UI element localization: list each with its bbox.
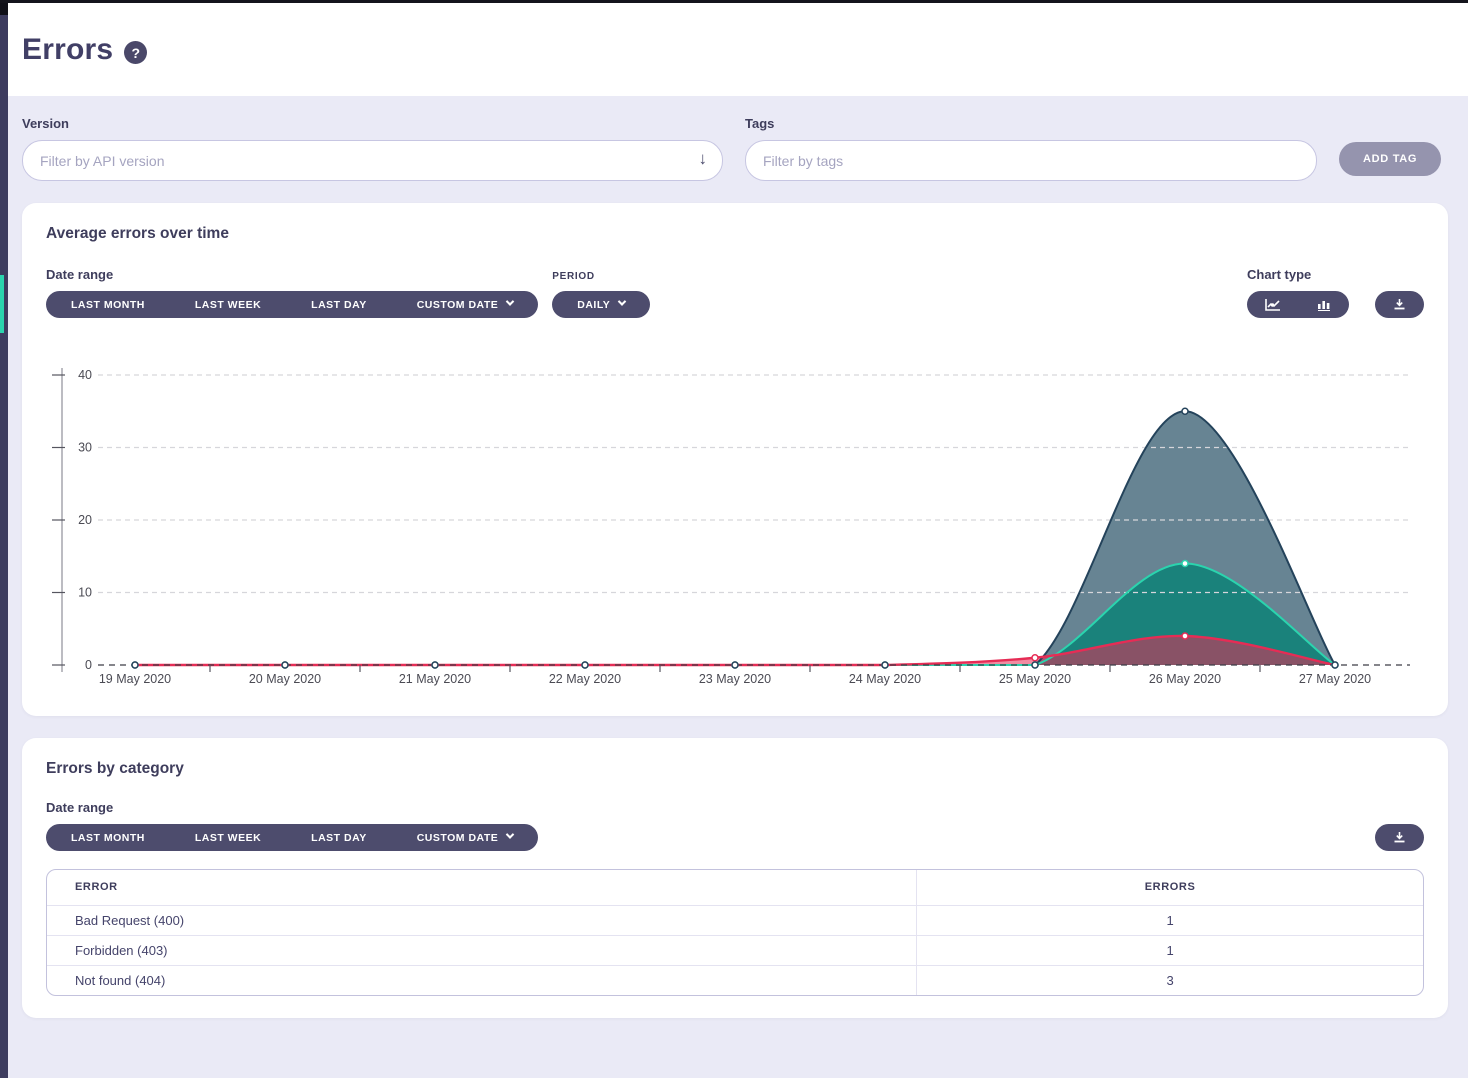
- y-tick-label: 20: [78, 513, 92, 527]
- errors-over-time-title: Average errors over time: [46, 225, 1424, 243]
- tags-filter-input[interactable]: [745, 140, 1317, 181]
- date-range-last-day[interactable]: LAST DAY: [286, 824, 392, 851]
- bar-chart-icon[interactable]: [1299, 291, 1349, 318]
- x-tick-label: 26 May 2020: [1149, 672, 1221, 686]
- chart-point[interactable]: [1182, 561, 1188, 567]
- date-range-last-day[interactable]: LAST DAY: [286, 291, 392, 318]
- table-row: Not found (404)3: [47, 965, 1423, 995]
- arrow-down-icon[interactable]: ↓: [699, 149, 708, 169]
- error-name-cell: Bad Request (400): [47, 905, 917, 935]
- download-icon[interactable]: [1375, 824, 1424, 851]
- errors-chart[interactable]: 0 10 20 30 40 19 May 2020 20 May 2020 21 May 20…: [46, 360, 1424, 694]
- period-label: PERIOD: [552, 271, 650, 282]
- x-tick-label: 20 May 2020: [249, 672, 321, 686]
- error-name-cell: Not found (404): [47, 965, 917, 995]
- chart-point[interactable]: [282, 662, 288, 668]
- date-range-last-month[interactable]: LAST MONTH: [46, 824, 170, 851]
- chevron-down-icon: [506, 297, 514, 305]
- page-header: Errors ?: [8, 3, 1468, 96]
- chart-point[interactable]: [1032, 655, 1038, 661]
- chevron-down-icon: [506, 830, 514, 838]
- chart-point[interactable]: [1182, 633, 1188, 639]
- chart-point[interactable]: [1182, 408, 1188, 414]
- column-header-error: ERROR: [47, 870, 917, 905]
- chart-type-toggle: [1247, 291, 1349, 318]
- x-tick-label: 19 May 2020: [99, 672, 171, 686]
- column-header-errors: ERRORS: [917, 870, 1423, 905]
- date-range-custom-date[interactable]: CUSTOM DATE: [392, 824, 539, 851]
- period-select[interactable]: DAILY: [552, 291, 650, 318]
- date-range-button-group: LAST MONTHLAST WEEKLAST DAYCUSTOM DATE: [46, 291, 538, 318]
- chart-point[interactable]: [582, 662, 588, 668]
- chart-type-label: Chart type: [1247, 267, 1424, 282]
- errors-over-time-card: Average errors over time Date range LAST…: [22, 203, 1448, 716]
- date-range-label: Date range: [46, 800, 538, 815]
- page-title: Errors: [22, 33, 113, 67]
- y-tick-label: 40: [78, 368, 92, 382]
- period-value: DAILY: [577, 299, 610, 311]
- errors-by-category-title: Errors by category: [46, 760, 1424, 778]
- chart-point[interactable]: [132, 662, 138, 668]
- y-tick-label: 30: [78, 441, 92, 455]
- line-chart-icon[interactable]: [1247, 291, 1299, 318]
- chart-point[interactable]: [1332, 662, 1338, 668]
- date-range-label: Date range: [46, 267, 538, 282]
- chart-point[interactable]: [882, 662, 888, 668]
- table-row: Forbidden (403)1: [47, 935, 1423, 965]
- version-filter-input[interactable]: [22, 140, 723, 181]
- x-tick-label: 25 May 2020: [999, 672, 1071, 686]
- date-range-last-week[interactable]: LAST WEEK: [170, 291, 286, 318]
- error-count-cell: 3: [917, 965, 1423, 995]
- download-icon[interactable]: [1375, 291, 1424, 318]
- error-count-cell: 1: [917, 905, 1423, 935]
- error-count-cell: 1: [917, 935, 1423, 965]
- sidebar-edge: [0, 3, 8, 1078]
- sidebar-accent-indicator: [0, 275, 4, 333]
- filters-bar: Version ↓ Tags ADD TAG: [22, 116, 1448, 181]
- date-range-last-week[interactable]: LAST WEEK: [170, 824, 286, 851]
- help-icon[interactable]: ?: [124, 41, 147, 64]
- x-tick-label: 21 May 2020: [399, 672, 471, 686]
- x-tick-label: 27 May 2020: [1299, 672, 1371, 686]
- tags-label: Tags: [745, 116, 1317, 131]
- add-tag-button[interactable]: ADD TAG: [1339, 142, 1441, 176]
- x-tick-label: 23 May 2020: [699, 672, 771, 686]
- table-row: Bad Request (400)1: [47, 905, 1423, 935]
- y-tick-label: 0: [85, 658, 92, 672]
- chart-point[interactable]: [1032, 662, 1038, 668]
- x-tick-label: 22 May 2020: [549, 672, 621, 686]
- date-range-button-group: LAST MONTHLAST WEEKLAST DAYCUSTOM DATE: [46, 824, 538, 851]
- chart-point[interactable]: [732, 662, 738, 668]
- errors-by-category-card: Errors by category Date range LAST MONTH…: [22, 738, 1448, 1018]
- version-label: Version: [22, 116, 723, 131]
- y-tick-label: 10: [78, 586, 92, 600]
- date-range-custom-date[interactable]: CUSTOM DATE: [392, 291, 539, 318]
- chart-areas: [135, 411, 1335, 665]
- chevron-down-icon: [618, 297, 626, 305]
- chart-point[interactable]: [432, 662, 438, 668]
- error-name-cell: Forbidden (403): [47, 935, 917, 965]
- date-range-last-month[interactable]: LAST MONTH: [46, 291, 170, 318]
- x-tick-label: 24 May 2020: [849, 672, 921, 686]
- errors-by-category-table: ERROR ERRORS Bad Request (400)1Forbidden…: [46, 869, 1424, 996]
